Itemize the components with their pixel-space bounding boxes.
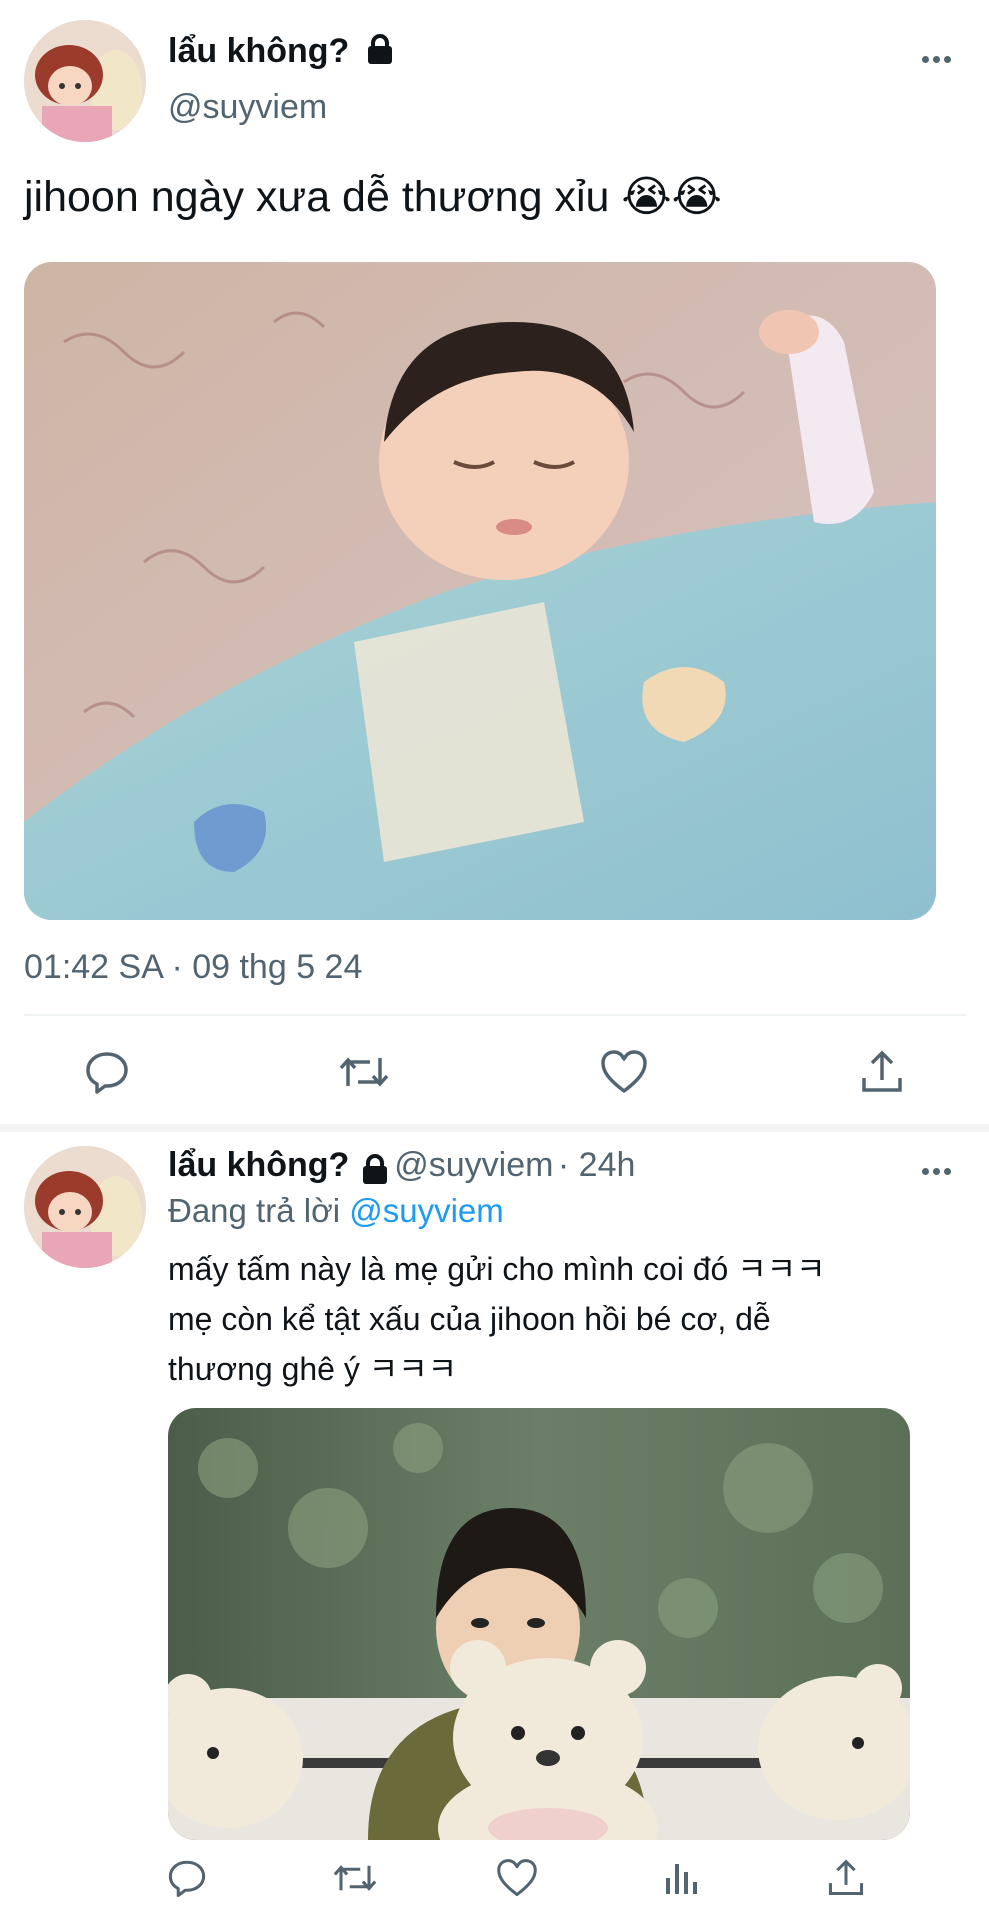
reply-text-line: mấy tấm này là mẹ gửi cho mình coi đó ㅋㅋ… — [168, 1251, 826, 1287]
share-icon[interactable] — [820, 1852, 872, 1904]
reply-text-line: mẹ còn kể tật xấu của jihoon hồi bé cơ, … — [168, 1301, 771, 1337]
avatar[interactable] — [24, 20, 146, 142]
reply-more-options-icon[interactable] — [922, 1162, 962, 1182]
replying-to: Đang trả lời @suyviem — [168, 1192, 504, 1230]
display-name-text: lẩu không? — [168, 32, 350, 70]
retweet-icon[interactable] — [329, 1852, 381, 1904]
tweet-text: jihoon ngày xưa dễ thương xỉu 😭😭 — [24, 173, 722, 221]
display-name[interactable]: lẩu không? — [168, 32, 395, 74]
replying-prefix: Đang trả lời — [168, 1192, 341, 1229]
reply-icon[interactable] — [81, 1046, 133, 1098]
divider — [24, 1014, 966, 1016]
reply-header: lẩu không? @suyviem · 24h — [168, 1146, 635, 1190]
reply-text: mấy tấm này là mẹ gửi cho mình coi đó ㅋㅋ… — [168, 1244, 968, 1394]
reply-handle[interactable]: @suyviem — [394, 1146, 553, 1184]
reply-icon[interactable] — [161, 1852, 213, 1904]
reply-avatar[interactable] — [24, 1146, 146, 1268]
user-handle[interactable]: @suyviem — [168, 88, 327, 127]
tweet-photo[interactable] — [24, 262, 936, 920]
section-divider — [0, 1124, 989, 1132]
reply-photo[interactable] — [168, 1408, 910, 1840]
replying-to-link[interactable]: @suyviem — [349, 1192, 504, 1229]
reply-display-name[interactable]: lẩu không? — [168, 1146, 349, 1184]
reply-text-line: thương ghê ý ㅋㅋㅋ — [168, 1351, 458, 1387]
like-icon[interactable] — [598, 1046, 650, 1098]
tweet-timestamp[interactable]: 01:42 SA · 09 thg 5 24 — [24, 948, 362, 987]
more-options-icon[interactable] — [922, 50, 962, 70]
lock-icon — [360, 1153, 390, 1190]
reply-time[interactable]: · 24h — [558, 1146, 636, 1184]
share-icon[interactable] — [856, 1046, 908, 1098]
retweet-icon[interactable] — [338, 1046, 390, 1098]
views-icon[interactable] — [655, 1852, 707, 1904]
lock-icon — [365, 33, 395, 74]
like-icon[interactable] — [491, 1852, 543, 1904]
